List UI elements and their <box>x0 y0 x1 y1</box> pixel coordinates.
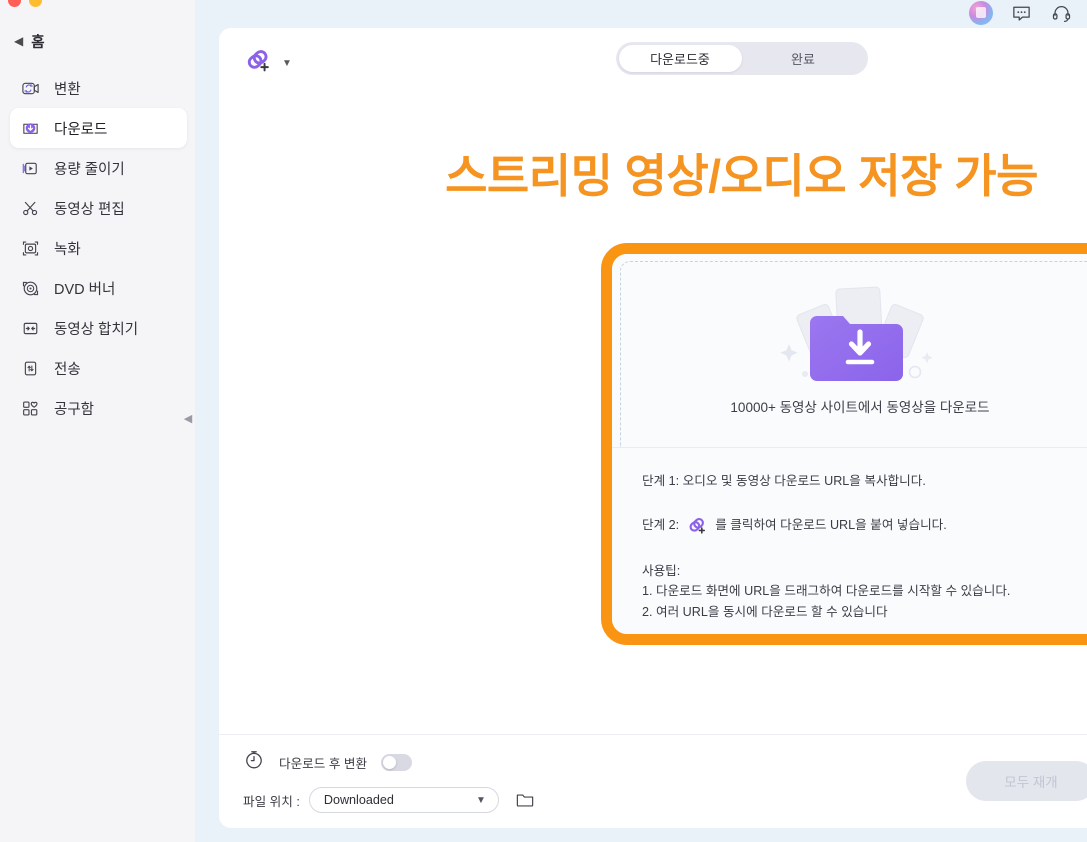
sidebar-item-label: 용량 줄이기 <box>54 161 125 178</box>
convert-icon <box>20 78 40 98</box>
sidebar-item-label: 녹화 <box>54 241 81 258</box>
sidebar-item-label: 다운로드 <box>54 121 108 138</box>
dropzone-text: 10000+ 동영상 사이트에서 동영상을 다운로드 <box>730 399 990 415</box>
download-icon <box>20 118 40 138</box>
steps-section: 단계 1: 오디오 및 동영상 다운로드 URL을 복사합니다. 단계 2: 를… <box>612 448 1087 622</box>
link-plus-icon <box>243 46 273 81</box>
chevron-left-icon: ◀ <box>183 412 193 425</box>
close-window-button[interactable] <box>8 0 21 7</box>
compress-icon <box>20 158 40 178</box>
footer-toolbar: 다운로드 후 변환 파일 위치 : Downloaded ▼ 모두 재개 <box>219 734 1087 828</box>
step-2: 단계 2: 를 클릭하여 다운로드 URL을 붙여 넣습니다. <box>642 515 1078 537</box>
convert-after-label: 다운로드 후 변환 <box>279 756 368 771</box>
titlebar-icons <box>969 0 1073 26</box>
step-1-text: 단계 1: 오디오 및 동영상 다운로드 URL을 복사합니다. <box>642 474 926 488</box>
app-window: ◀ 홈 변환 다운로드 용량 줄이기 동영상 편집 녹화 DVD 버너 동영상 … <box>0 0 1087 842</box>
sidebar-item-label: 공구함 <box>54 401 95 418</box>
sidebar-item-convert[interactable]: 변환 <box>10 68 187 108</box>
file-location-value: Downloaded <box>323 793 394 807</box>
download-folder-illustration <box>775 282 945 392</box>
tab-completed[interactable]: 완료 <box>742 45 865 72</box>
file-location-select[interactable]: Downloaded ▼ <box>308 787 499 813</box>
transfer-icon <box>20 358 40 378</box>
sidebar: ◀ 홈 변환 다운로드 용량 줄이기 동영상 편집 녹화 DVD 버너 동영상 … <box>0 0 195 842</box>
sidebar-item-video-merge[interactable]: 동영상 합치기 <box>10 308 187 348</box>
chevron-down-icon: ▼ <box>475 794 486 806</box>
add-url-button[interactable]: ▼ <box>243 46 292 81</box>
sidebar-item-record[interactable]: 녹화 <box>10 228 187 268</box>
scissors-icon <box>20 198 40 218</box>
open-folder-button[interactable] <box>514 789 536 811</box>
chevron-down-icon: ▼ <box>282 58 292 69</box>
footer-actions: 모두 재개 모두 일시 정지 <box>966 761 1087 801</box>
ai-orb-icon[interactable] <box>969 1 993 25</box>
tip-2: 2. 여러 URL을 동시에 다운로드 할 수 있습니다 <box>642 604 888 619</box>
step-2-suffix: 를 클릭하여 다운로드 URL을 붙여 넣습니다. <box>715 518 947 533</box>
download-dropzone-frame: 10000+ 동영상 사이트에서 동영상을 다운로드 단계 1: 오디오 및 동… <box>601 243 1087 645</box>
dropzone-area[interactable]: 10000+ 동영상 사이트에서 동영상을 다운로드 <box>612 254 1087 448</box>
download-dropzone-card[interactable]: 10000+ 동영상 사이트에서 동영상을 다운로드 단계 1: 오디오 및 동… <box>612 254 1087 634</box>
sidebar-item-transfer[interactable]: 전송 <box>10 348 187 388</box>
tab-downloading[interactable]: 다운로드중 <box>618 45 742 72</box>
sidebar-nav: 변환 다운로드 용량 줄이기 동영상 편집 녹화 DVD 버너 동영상 합치기 … <box>0 68 195 428</box>
record-icon <box>20 238 40 258</box>
tip-1: 1. 다운로드 화면에 URL을 드래그하여 다운로드를 시작할 수 있습니다. <box>642 584 1011 599</box>
merge-icon <box>20 318 40 338</box>
step-1: 단계 1: 오디오 및 동영상 다운로드 URL을 복사합니다. <box>642 472 1078 491</box>
file-location-label: 파일 위치 : <box>243 794 300 809</box>
convert-after-toggle[interactable] <box>381 753 413 771</box>
tips-section: 사용팁: 1. 다운로드 화면에 URL을 드래그하여 다운로드를 시작할 수 … <box>642 561 1078 622</box>
clock-icon[interactable] <box>243 749 265 776</box>
sidebar-item-download[interactable]: 다운로드 <box>10 108 187 148</box>
sidebar-item-compress[interactable]: 용량 줄이기 <box>10 148 187 188</box>
step-2-prefix: 단계 2: <box>642 518 680 533</box>
sidebar-item-label: 동영상 합치기 <box>54 321 139 338</box>
panel-header: ▼ 다운로드중 완료 고속 다운로드 <box>219 28 1087 92</box>
sidebar-item-label: 변환 <box>54 81 81 98</box>
chevron-left-icon: ◀ <box>14 34 24 48</box>
sidebar-item-dvd-burner[interactable]: DVD 버너 <box>10 268 187 308</box>
convert-after-row: 다운로드 후 변환 <box>243 749 536 775</box>
window-traffic-lights <box>8 0 42 7</box>
sidebar-item-video-edit[interactable]: 동영상 편집 <box>10 188 187 228</box>
sidebar-back-label: 홈 <box>31 34 45 51</box>
footer-left: 다운로드 후 변환 파일 위치 : Downloaded ▼ <box>243 749 536 813</box>
toolbox-icon <box>20 398 40 418</box>
page-title: 스트리밍 영상/오디오 저장 가능 <box>445 150 1038 202</box>
sidebar-collapse-button[interactable]: ◀ <box>181 396 195 440</box>
toggle-knob <box>383 755 397 769</box>
minimize-window-button[interactable] <box>29 0 42 7</box>
sidebar-item-label: DVD 버너 <box>54 281 116 298</box>
content-panel: ▼ 다운로드중 완료 고속 다운로드 스트리밍 영상/오디오 저장 가능 <box>219 28 1087 828</box>
resume-all-button[interactable]: 모두 재개 <box>966 761 1087 801</box>
sidebar-item-label: 전송 <box>54 361 81 378</box>
main-area: ▼ 다운로드중 완료 고속 다운로드 스트리밍 영상/오디오 저장 가능 <box>195 0 1087 842</box>
status-tabs: 다운로드중 완료 <box>615 42 868 75</box>
support-headset-icon[interactable] <box>1049 1 1073 25</box>
sidebar-back-home[interactable]: ◀ 홈 <box>0 26 195 56</box>
sidebar-item-toolbox[interactable]: 공구함 <box>10 388 187 428</box>
sidebar-item-label: 동영상 편집 <box>54 201 125 218</box>
tips-title: 사용팁: <box>642 563 681 578</box>
link-plus-icon <box>686 515 708 537</box>
file-location-row: 파일 위치 : Downloaded ▼ <box>243 787 536 813</box>
disc-icon <box>20 278 40 298</box>
feedback-icon[interactable] <box>1009 1 1033 25</box>
